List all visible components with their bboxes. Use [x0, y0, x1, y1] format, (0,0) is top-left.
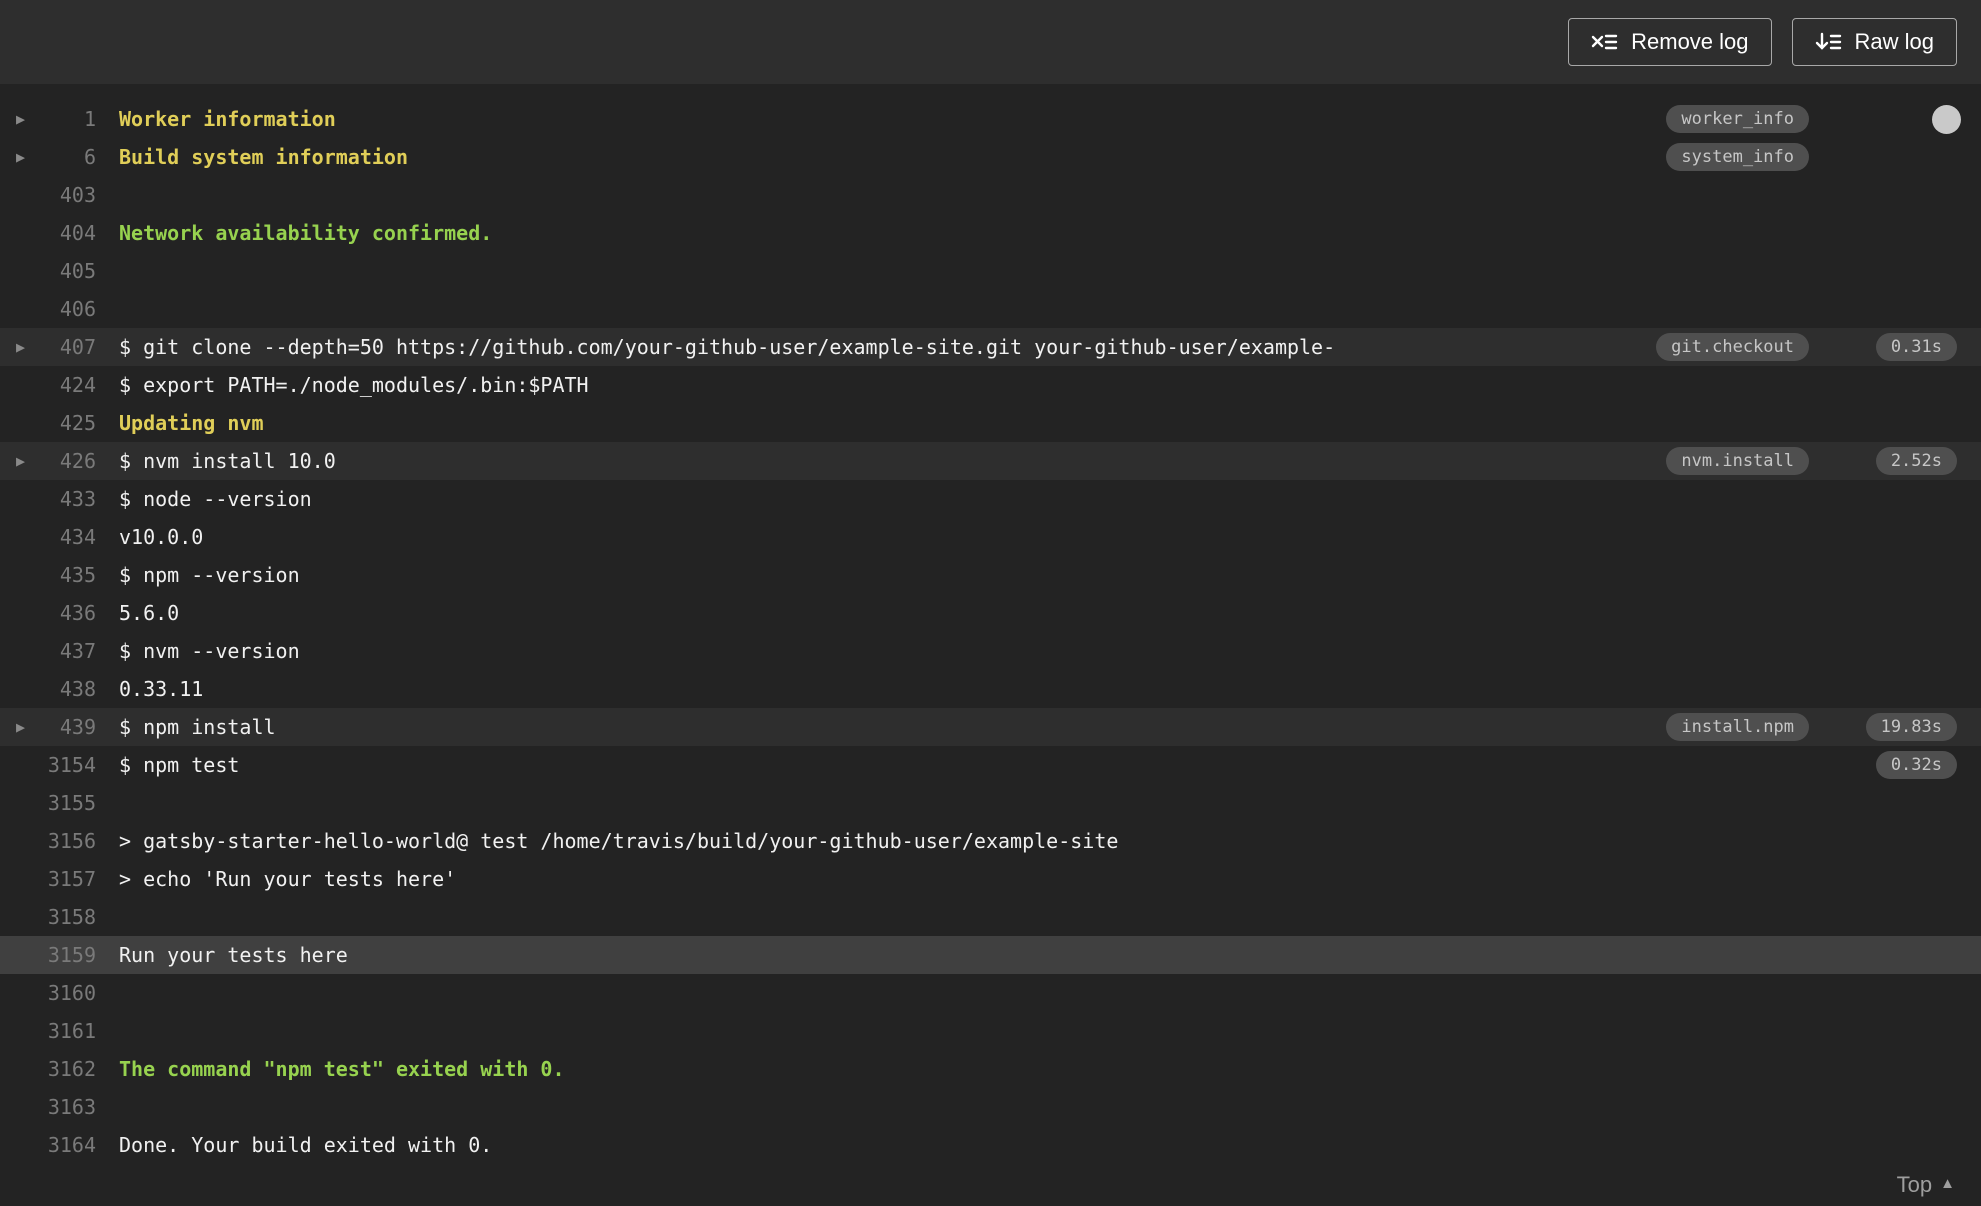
log-line[interactable]: 406	[0, 290, 1981, 328]
log-line[interactable]: ▶ 426 $ nvm install 10.0 nvm.install 2.5…	[0, 442, 1981, 480]
line-number[interactable]: 405	[0, 252, 96, 290]
line-text: > echo 'Run your tests here'	[119, 867, 457, 891]
line-text: Run your tests here	[119, 943, 348, 967]
line-text: $ nvm --version	[119, 639, 300, 663]
line-number[interactable]: 404	[0, 214, 96, 252]
line-text: The command "npm test" exited with 0.	[119, 1057, 565, 1081]
fold-tag-badge: worker_info	[1666, 105, 1809, 133]
line-number[interactable]: 424	[0, 366, 96, 404]
log-line[interactable]: ▶ 6 Build system information system_info	[0, 138, 1981, 176]
build-log: ▶ 1 Worker information worker_info ▶ 6 B…	[0, 84, 1981, 1164]
line-number[interactable]: 3160	[0, 974, 96, 1012]
line-text: $ git clone --depth=50 https://github.co…	[119, 335, 1336, 359]
line-number[interactable]: 3163	[0, 1088, 96, 1126]
log-line[interactable]: ▶ 1 Worker information worker_info	[0, 100, 1981, 138]
line-number[interactable]: 3161	[0, 1012, 96, 1050]
line-number[interactable]: 438	[0, 670, 96, 708]
line-text: Worker information	[119, 107, 336, 131]
log-line[interactable]: 3163	[0, 1088, 1981, 1126]
line-text: > gatsby-starter-hello-world@ test /home…	[119, 829, 1119, 853]
line-number[interactable]: 425	[0, 404, 96, 442]
fold-tag-badge: system_info	[1666, 143, 1809, 171]
raw-log-icon	[1815, 32, 1841, 50]
line-number[interactable]: 3155	[0, 784, 96, 822]
line-text: $ node --version	[119, 487, 312, 511]
log-line[interactable]: 3164 Done. Your build exited with 0.	[0, 1126, 1981, 1164]
log-line[interactable]: ▶ 407 $ git clone --depth=50 https://git…	[0, 328, 1981, 366]
duration-badge: 0.31s	[1875, 333, 1957, 361]
line-text: 0.33.11	[119, 677, 204, 701]
remove-log-icon	[1591, 34, 1618, 50]
line-number[interactable]: 3159	[0, 936, 96, 974]
raw-log-button[interactable]: Raw log	[1791, 18, 1957, 66]
line-number[interactable]: 426	[0, 442, 96, 480]
duration-badge: 19.83s	[1865, 713, 1957, 741]
line-text: $ export PATH=./node_modules/.bin:$PATH	[119, 373, 589, 397]
log-line[interactable]: 436 5.6.0	[0, 594, 1981, 632]
line-text: $ nvm install 10.0	[119, 449, 336, 473]
line-number[interactable]: 6	[0, 138, 96, 176]
log-line[interactable]: 403	[0, 176, 1981, 214]
caret-up-icon: ▲	[1940, 1174, 1955, 1192]
remove-log-label: Remove log	[1631, 29, 1749, 54]
log-toolbar: Remove log Raw log	[0, 0, 1981, 84]
line-number[interactable]: 3164	[0, 1126, 96, 1164]
log-line[interactable]: 438 0.33.11	[0, 670, 1981, 708]
scroll-to-top-link[interactable]: Top ▲	[1897, 1172, 1955, 1198]
line-number[interactable]: 435	[0, 556, 96, 594]
top-label: Top	[1896, 1172, 1933, 1197]
log-line[interactable]: 433 $ node --version	[0, 480, 1981, 518]
line-number[interactable]: 433	[0, 480, 96, 518]
log-line[interactable]: 3154 $ npm test 0.32s	[0, 746, 1981, 784]
line-text: $ npm install	[119, 715, 276, 739]
log-line[interactable]: 3161	[0, 1012, 1981, 1050]
line-text: v10.0.0	[119, 525, 204, 549]
log-line[interactable]: 3156 > gatsby-starter-hello-world@ test …	[0, 822, 1981, 860]
line-number[interactable]: 3154	[0, 746, 96, 784]
line-number[interactable]: 3157	[0, 860, 96, 898]
log-line[interactable]: 3162 The command "npm test" exited with …	[0, 1050, 1981, 1088]
log-line[interactable]: 3158	[0, 898, 1981, 936]
remove-log-button[interactable]: Remove log	[1568, 18, 1772, 66]
log-line[interactable]: 3159 Run your tests here	[0, 936, 1981, 974]
log-line[interactable]: 425 Updating nvm	[0, 404, 1981, 442]
line-text: Network availability confirmed.	[119, 221, 493, 245]
line-text: 5.6.0	[119, 601, 180, 625]
line-number[interactable]: 3156	[0, 822, 96, 860]
fold-tag-badge: nvm.install	[1666, 447, 1809, 475]
log-line[interactable]: 404 Network availability confirmed.	[0, 214, 1981, 252]
log-line[interactable]: 3160	[0, 974, 1981, 1012]
line-text: Build system information	[119, 145, 408, 169]
log-line[interactable]: 437 $ nvm --version	[0, 632, 1981, 670]
log-line[interactable]: 405	[0, 252, 1981, 290]
log-line[interactable]: 3157 > echo 'Run your tests here'	[0, 860, 1981, 898]
line-number[interactable]: 3158	[0, 898, 96, 936]
line-number[interactable]: 436	[0, 594, 96, 632]
line-text: $ npm test	[119, 753, 240, 777]
duration-badge: 2.52s	[1875, 447, 1957, 475]
log-line[interactable]: 424 $ export PATH=./node_modules/.bin:$P…	[0, 366, 1981, 404]
line-text: $ npm --version	[119, 563, 300, 587]
fold-tag-badge: git.checkout	[1656, 333, 1809, 361]
raw-log-label: Raw log	[1854, 29, 1934, 54]
line-text: Done. Your build exited with 0.	[119, 1133, 493, 1157]
line-text: Updating nvm	[119, 411, 264, 435]
fold-tag-badge: install.npm	[1666, 713, 1809, 741]
log-line[interactable]: 435 $ npm --version	[0, 556, 1981, 594]
line-number[interactable]: 439	[0, 708, 96, 746]
line-number[interactable]: 434	[0, 518, 96, 556]
line-number[interactable]: 406	[0, 290, 96, 328]
line-number[interactable]: 437	[0, 632, 96, 670]
log-line[interactable]: 3155	[0, 784, 1981, 822]
line-number[interactable]: 403	[0, 176, 96, 214]
log-line[interactable]: 434 v10.0.0	[0, 518, 1981, 556]
duration-badge: 0.32s	[1875, 751, 1957, 779]
line-number[interactable]: 407	[0, 328, 96, 366]
line-number[interactable]: 3162	[0, 1050, 96, 1088]
log-line[interactable]: ▶ 439 $ npm install install.npm 19.83s	[0, 708, 1981, 746]
scrollbar-thumb[interactable]	[1932, 105, 1961, 134]
line-number[interactable]: 1	[0, 100, 96, 138]
